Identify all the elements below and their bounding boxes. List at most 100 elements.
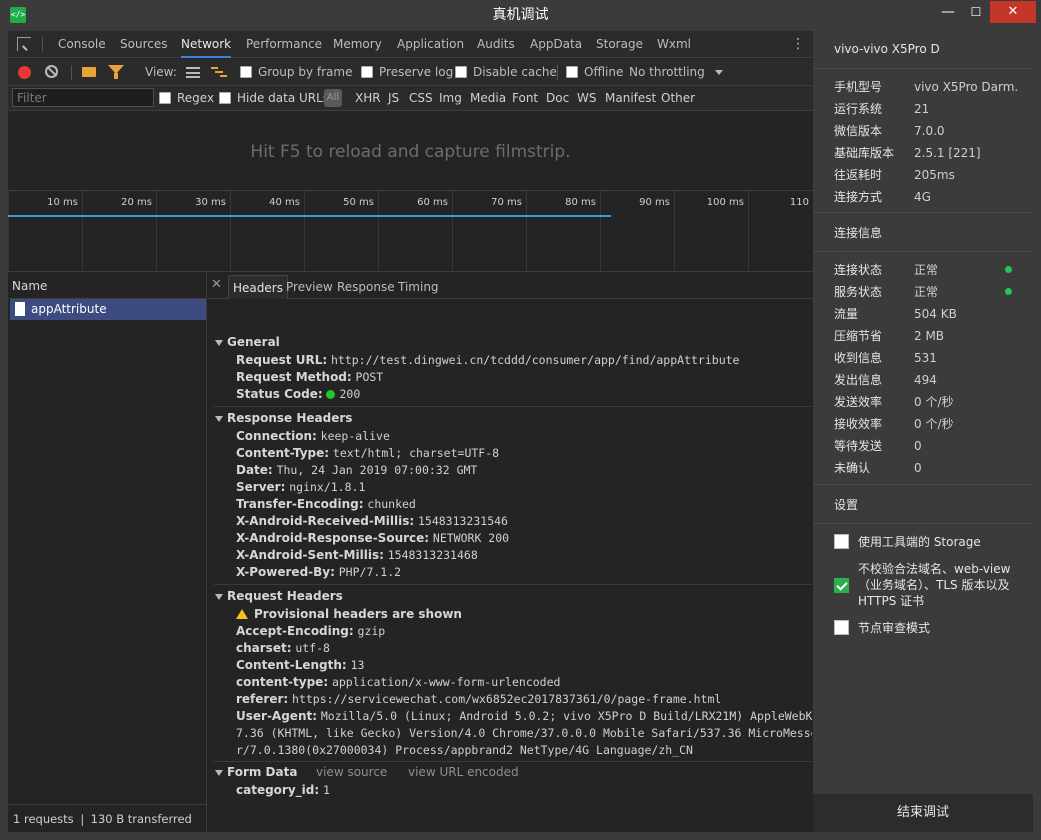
tab-console[interactable]: Console <box>58 31 106 58</box>
close-button[interactable]: ✕ <box>990 1 1036 23</box>
filter-icon[interactable] <box>108 65 124 79</box>
request-detail: ✕ Headers Preview Response Timing Genera… <box>208 272 813 832</box>
triangle-down-icon <box>215 415 223 422</box>
type-filter-img[interactable]: Img <box>439 86 462 111</box>
header-row: Accept-Encoding: gzip <box>236 624 386 638</box>
type-filter-media[interactable]: Media <box>470 86 506 111</box>
requests-summary: 1 requests ❘ 130 B transferred <box>8 804 207 832</box>
info-label: 基础库版本 <box>834 146 895 160</box>
timeline-overview[interactable]: 10 ms 20 ms 30 ms 40 ms 50 ms 60 ms 70 m… <box>8 191 813 272</box>
large-rows-icon[interactable] <box>186 67 200 78</box>
info-value: 4G <box>914 190 931 204</box>
filter-input[interactable] <box>12 88 154 107</box>
conn-value: 0 个/秒 <box>914 395 954 409</box>
header-row: content-type: application/x-www-form-url… <box>236 675 561 689</box>
timeline-tick-label: 70 ms <box>491 197 522 208</box>
header-row: X-Powered-By: PHP/7.1.2 <box>236 565 402 579</box>
conn-value: 531 <box>914 351 937 365</box>
type-filter-other[interactable]: Other <box>661 86 695 111</box>
conn-label: 压缩节省 <box>834 329 883 343</box>
info-value: 205ms <box>914 168 955 182</box>
tab-wxml[interactable]: Wxml <box>657 31 691 58</box>
group-by-frame-checkbox[interactable] <box>240 66 252 78</box>
tab-preview[interactable]: Preview <box>282 275 337 299</box>
type-filter-doc[interactable]: Doc <box>546 86 569 111</box>
tab-timing[interactable]: Timing <box>394 275 443 299</box>
capture-screenshots-icon[interactable] <box>82 67 96 77</box>
tab-headers[interactable]: Headers <box>228 275 288 299</box>
chevron-down-icon[interactable] <box>715 70 723 75</box>
divider <box>813 212 1033 213</box>
clear-icon[interactable] <box>45 65 58 78</box>
type-filter-css[interactable]: CSS <box>409 86 433 111</box>
triangle-down-icon <box>215 339 223 346</box>
header-row: Status Code: 200 <box>236 387 361 401</box>
type-filter-js[interactable]: JS <box>388 86 399 111</box>
tab-performance[interactable]: Performance <box>246 31 322 58</box>
tab-storage[interactable]: Storage <box>596 31 643 58</box>
type-filter-ws[interactable]: WS <box>577 86 596 111</box>
conn-value: 0 个/秒 <box>914 417 954 431</box>
offline-label: Offline <box>584 65 624 79</box>
section-general[interactable]: General <box>215 334 280 351</box>
section-response-headers[interactable]: Response Headers <box>215 410 352 427</box>
tab-memory[interactable]: Memory <box>333 31 382 58</box>
filter-bar: Regex Hide data URLs All XHR JS CSS Img … <box>8 86 813 111</box>
section-form-data[interactable]: Form Data <box>215 764 297 781</box>
triangle-down-icon <box>215 769 223 776</box>
hide-data-urls-checkbox[interactable] <box>219 92 231 104</box>
provisional-warning: Provisional headers are shown <box>236 606 462 623</box>
end-debug-button[interactable]: 结束调试 <box>813 794 1033 832</box>
name-column-header[interactable]: Name <box>8 272 207 299</box>
disable-cache-checkbox[interactable] <box>455 66 467 78</box>
inspect-element-icon[interactable] <box>17 37 31 51</box>
request-name: appAttribute <box>31 302 107 316</box>
tab-audits[interactable]: Audits <box>477 31 515 58</box>
section-title: Form Data <box>227 765 298 779</box>
type-filter-font[interactable]: Font <box>512 86 538 111</box>
more-menu-icon[interactable]: ⋮ <box>791 36 805 52</box>
header-row: charset: utf-8 <box>236 641 330 655</box>
throttling-select[interactable]: No throttling <box>629 59 705 86</box>
request-row[interactable]: appAttribute <box>10 299 206 320</box>
use-tool-storage-checkbox[interactable] <box>834 534 849 549</box>
type-filter-all[interactable]: All <box>324 89 342 107</box>
tab-network[interactable]: Network <box>181 31 232 58</box>
devtools-window: </> 真机调试 — ☐ ✕ Console Sources Network P… <box>0 0 1041 840</box>
document-icon <box>15 302 25 316</box>
tab-sources[interactable]: Sources <box>120 31 167 58</box>
info-value: 21 <box>914 102 930 116</box>
record-icon[interactable] <box>18 66 31 79</box>
header-row: X-Android-Received-Millis: 1548313231546 <box>236 514 508 528</box>
minimize-button[interactable]: — <box>934 2 962 24</box>
view-url-encoded-link[interactable]: view URL encoded <box>408 764 519 781</box>
tab-application[interactable]: Application <box>397 31 464 58</box>
timeline-tick-label: 90 ms <box>639 197 670 208</box>
timeline-tick-label: 40 ms <box>269 197 300 208</box>
status-ok-icon <box>326 390 336 399</box>
offline-checkbox[interactable] <box>566 66 578 78</box>
maximize-button[interactable]: ☐ <box>962 2 990 24</box>
info-label: 手机型号 <box>834 80 883 94</box>
overview-icon[interactable] <box>211 67 227 78</box>
header-row: X-Android-Response-Source: NETWORK 200 <box>236 531 510 545</box>
skip-domain-check-checkbox[interactable] <box>834 578 849 593</box>
preserve-log-checkbox[interactable] <box>361 66 373 78</box>
info-label: 往返耗时 <box>834 168 883 182</box>
node-inspect-label: 节点审查模式 <box>858 621 931 635</box>
panel-tabs: Console Sources Network Performance Memo… <box>8 31 813 58</box>
divider <box>813 523 1033 524</box>
tab-appdata[interactable]: AppData <box>530 31 582 58</box>
regex-checkbox[interactable] <box>159 92 171 104</box>
request-timing-bar <box>8 215 611 217</box>
conn-value: 0 <box>914 439 922 453</box>
tab-response[interactable]: Response <box>333 275 399 299</box>
header-row: Connection: keep-alive <box>236 429 390 443</box>
section-request-headers[interactable]: Request Headers <box>215 588 343 605</box>
conn-label: 服务状态 <box>834 285 883 299</box>
close-icon[interactable]: ✕ <box>211 277 222 292</box>
view-source-link[interactable]: view source <box>316 764 387 781</box>
type-filter-xhr[interactable]: XHR <box>355 86 381 111</box>
node-inspect-checkbox[interactable] <box>834 620 849 635</box>
type-filter-manifest[interactable]: Manifest <box>605 86 656 111</box>
